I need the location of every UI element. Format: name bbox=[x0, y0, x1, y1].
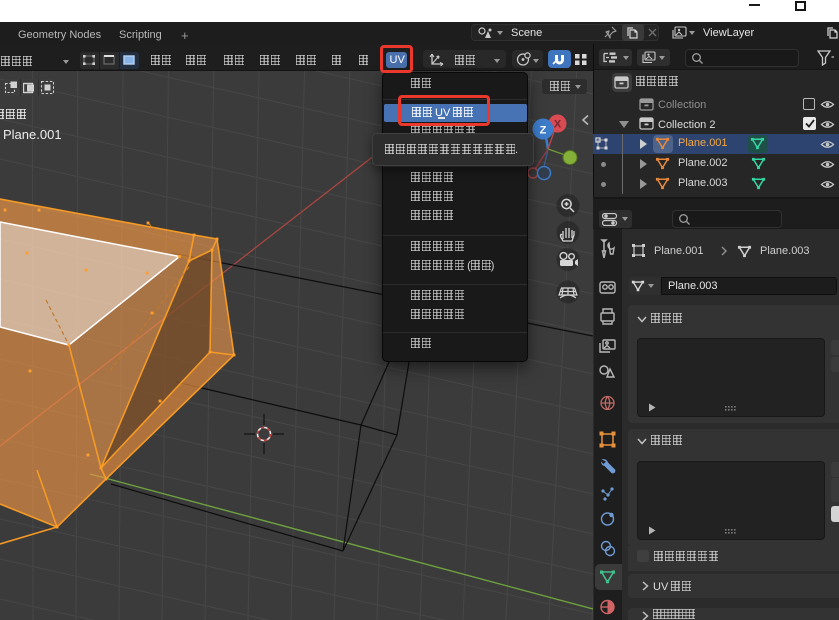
svg-text:X: X bbox=[554, 119, 562, 131]
svg-text:Z: Z bbox=[540, 125, 547, 137]
